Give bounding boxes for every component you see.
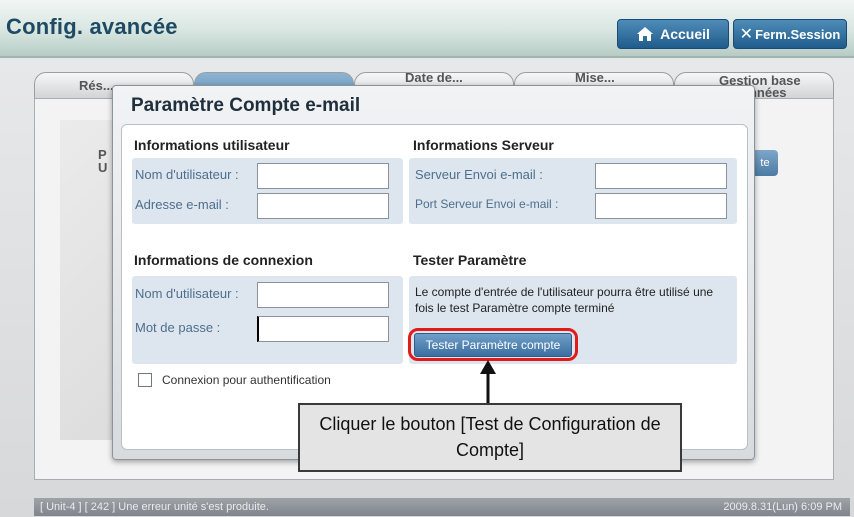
callout-arrow-icon <box>480 360 496 404</box>
instruction-callout: Cliquer le bouton [Test de Configuration… <box>298 403 682 472</box>
connection-info-heading: Informations de connexion <box>134 252 313 268</box>
connection-username-label: Nom d'utilisateur : <box>135 286 239 301</box>
logout-button-label: Ferm.Session <box>755 26 841 42</box>
connection-info-panel: Nom d'utilisateur : Mot de passe : <box>132 276 403 364</box>
home-icon <box>637 27 654 41</box>
email-input[interactable] <box>257 193 389 219</box>
username-input[interactable] <box>257 163 389 189</box>
test-settings-panel: Le compte d'entrée de l'utilisateur pour… <box>408 276 737 364</box>
background-button[interactable]: te <box>752 150 778 176</box>
test-account-button[interactable]: Tester Paramètre compte <box>414 333 572 357</box>
title-bar: Config. avancée Accueil ✕ Ferm.Session <box>0 0 854 58</box>
status-message: [ Unit-4 ] [ 242 ] Une erreur unité s'es… <box>40 501 269 513</box>
test-settings-heading: Tester Paramètre <box>413 252 527 268</box>
app-screen: Config. avancée Accueil ✕ Ferm.Session R… <box>0 0 854 517</box>
password-label: Mot de passe : <box>135 320 221 335</box>
status-bar: [ Unit-4 ] [ 242 ] Une erreur unité s'es… <box>34 498 850 516</box>
page-title: Config. avancée <box>6 14 178 39</box>
user-info-heading: Informations utilisateur <box>134 137 290 153</box>
home-button-label: Accueil <box>660 26 710 42</box>
send-server-input[interactable] <box>595 163 727 189</box>
send-server-label: Serveur Envoi e-mail : <box>415 167 543 182</box>
email-label: Adresse e-mail : <box>135 197 229 212</box>
user-info-panel: Nom d'utilisateur : Adresse e-mail : <box>132 158 403 224</box>
logout-button[interactable]: ✕ Ferm.Session <box>733 19 847 49</box>
send-port-label: Port Serveur Envoi e-mail : <box>415 197 559 211</box>
password-input[interactable] <box>257 316 389 342</box>
close-icon: ✕ <box>739 26 754 43</box>
server-info-panel: Serveur Envoi e-mail : Port Serveur Envo… <box>409 158 737 224</box>
auth-checkbox[interactable] <box>138 373 152 387</box>
username-label: Nom d'utilisateur : <box>135 167 239 182</box>
dialog-body: Informations utilisateur Nom d'utilisate… <box>121 124 748 450</box>
connection-username-input[interactable] <box>257 282 389 308</box>
dialog-title: Paramètre Compte e-mail <box>131 95 361 116</box>
status-datetime: 2009.8.31(Lun) 6:09 PM <box>723 501 842 513</box>
home-button[interactable]: Accueil <box>617 19 729 49</box>
send-port-input[interactable] <box>595 193 727 219</box>
auth-checkbox-label: Connexion pour authentification <box>162 373 331 387</box>
server-info-heading: Informations Serveur <box>413 137 554 153</box>
background-text: P U <box>98 147 108 175</box>
test-description: Le compte d'entrée de l'utilisateur pour… <box>415 285 714 315</box>
